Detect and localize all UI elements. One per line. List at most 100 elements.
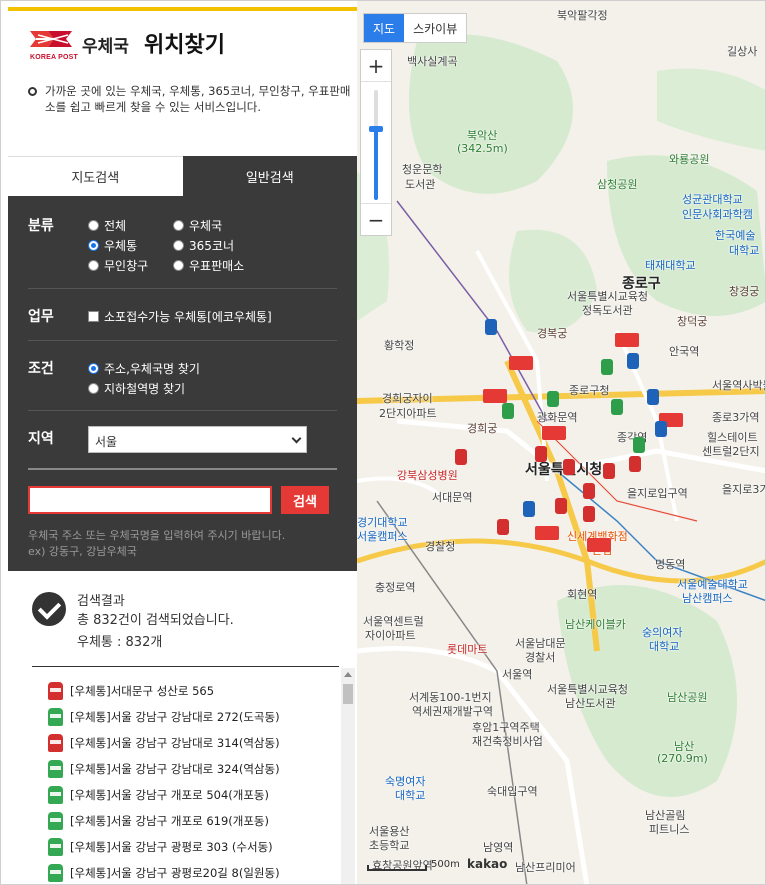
- map-provider-logo: kakao: [467, 857, 508, 871]
- map-label: 길상사: [727, 45, 758, 58]
- business-label: 업무: [28, 309, 54, 325]
- checkbox[interactable]: [88, 311, 99, 322]
- radio-button[interactable]: [88, 260, 99, 271]
- map-label: 재건축정비사업: [472, 735, 543, 748]
- mailbox-red-marker-icon[interactable]: [629, 456, 641, 472]
- map-label: 회현역: [567, 588, 598, 601]
- list-divider: [32, 666, 339, 667]
- map-label: 창경궁: [729, 285, 760, 298]
- category-option-unmanned[interactable]: 무인창구: [88, 257, 148, 274]
- mailbox-red-marker-icon[interactable]: [555, 498, 567, 514]
- list-item[interactable]: [우체통]서울 강남구 강남대로 272(도곡동): [32, 704, 342, 730]
- mailbox-red-marker-icon[interactable]: [603, 463, 615, 479]
- result-title: 검색결과: [77, 594, 125, 609]
- scroll-thumb[interactable]: [343, 684, 353, 704]
- list-item[interactable]: [우체통]서울 강남구 광평로 303 (수서동): [32, 834, 342, 860]
- mailbox-red-marker-icon[interactable]: [583, 483, 595, 499]
- radio-button-selected[interactable]: [88, 240, 99, 251]
- post-office-marker-icon[interactable]: [483, 389, 507, 403]
- post-office-marker-icon[interactable]: [615, 333, 639, 347]
- radio-button[interactable]: [88, 383, 99, 394]
- mailbox-green-marker-icon[interactable]: [547, 391, 559, 407]
- category-option-all[interactable]: 전체: [88, 217, 126, 234]
- mailbox-red-marker-icon[interactable]: [455, 449, 467, 465]
- category-option-365-corner[interactable]: 365코너: [173, 237, 234, 254]
- tab-general-search[interactable]: 일반검색: [182, 156, 357, 196]
- divider: [28, 340, 337, 341]
- business-option-eco-mailbox[interactable]: 소포접수가능 우체통[에코우체통]: [88, 308, 272, 325]
- zoom-out-button[interactable]: −: [361, 203, 391, 235]
- zoom-slider-handle[interactable]: [369, 126, 383, 132]
- radio-button-selected[interactable]: [88, 363, 99, 374]
- map-type-toggle: 지도 스카이뷰: [363, 13, 468, 43]
- map-type-map-button[interactable]: 지도: [364, 14, 405, 42]
- brand-logo[interactable]: KOREA POST 우체국 위치찾기: [28, 23, 328, 67]
- mailbox-green-marker-icon[interactable]: [502, 403, 514, 419]
- post-office-marker-icon[interactable]: [542, 426, 566, 440]
- stamp-shop-marker-icon[interactable]: [485, 319, 497, 335]
- condition-option-subway[interactable]: 지하철역명 찾기: [88, 380, 185, 397]
- logo-subtitle: KOREA POST: [30, 54, 79, 61]
- mailbox-red-marker-icon[interactable]: [583, 506, 595, 522]
- category-option-mailbox[interactable]: 우체통: [88, 237, 137, 254]
- mailbox-red-marker-icon[interactable]: [563, 459, 575, 475]
- category-label: 분류: [28, 218, 54, 234]
- list-item[interactable]: [우체통]서울 강남구 개포로 619(개포동): [32, 808, 342, 834]
- mailbox-green-marker-icon[interactable]: [601, 359, 613, 375]
- mailbox-green-icon: [48, 812, 63, 830]
- category-option-stamp-shop[interactable]: 우표판매소: [173, 257, 244, 274]
- scroll-up-arrow-icon[interactable]: [344, 672, 352, 677]
- stamp-shop-marker-icon[interactable]: [523, 501, 535, 517]
- radio-button[interactable]: [88, 220, 99, 231]
- map-label: 창덕궁: [677, 315, 708, 328]
- map-label: 경복궁: [537, 327, 568, 340]
- map-view[interactable]: 지도 스카이뷰 + − 북악팔각정 길상사 백사실계곡 북악산 (342.5m)…: [357, 1, 765, 884]
- map-label: 남산캠퍼스: [682, 592, 733, 605]
- map-label: 안국역: [669, 345, 700, 358]
- radio-button[interactable]: [173, 220, 184, 231]
- mailbox-red-marker-icon[interactable]: [497, 519, 509, 535]
- chevron-down-icon: [291, 433, 302, 444]
- map-label: 롯데마트: [447, 643, 488, 656]
- stamp-shop-marker-icon[interactable]: [627, 353, 639, 369]
- map-label: 남영역: [483, 841, 514, 854]
- mailbox-green-icon: [48, 760, 63, 778]
- post-office-marker-icon[interactable]: [535, 526, 559, 540]
- map-label: 센트럴2단지: [702, 445, 760, 458]
- search-form: 분류 전체 우체국 우체통 365코너 무인창구 우표판매소 업무 소포접수가능…: [8, 196, 357, 571]
- radio-button[interactable]: [173, 260, 184, 271]
- search-button[interactable]: 검색: [281, 486, 329, 514]
- post-office-marker-icon[interactable]: [509, 356, 533, 370]
- list-scrollbar[interactable]: [341, 668, 355, 884]
- condition-option-address[interactable]: 주소,우체국명 찾기: [88, 360, 200, 377]
- map-label: 경희궁자이: [382, 392, 433, 405]
- list-item[interactable]: [우체통]서울 강남구 강남대로 324(역삼동): [32, 756, 342, 782]
- mailbox-green-icon: [48, 864, 63, 882]
- category-option-post-office[interactable]: 우체국: [173, 217, 222, 234]
- map-type-skyview-button[interactable]: 스카이뷰: [404, 14, 467, 42]
- list-item[interactable]: [우체통]서울 강남구 개포로 504(개포동): [32, 782, 342, 808]
- stamp-shop-marker-icon[interactable]: [655, 421, 667, 437]
- map-label: 삼청공원: [597, 178, 638, 191]
- zoom-level-fill: [374, 130, 378, 200]
- region-select[interactable]: 서울: [88, 426, 307, 453]
- stamp-shop-marker-icon[interactable]: [647, 389, 659, 405]
- list-item[interactable]: [우체통]서울 강남구 강남대로 314(역삼동): [32, 730, 342, 756]
- result-list: [우체통]서대문구 성산로 565 [우체통]서울 강남구 강남대로 272(도…: [32, 678, 342, 884]
- mailbox-green-marker-icon[interactable]: [633, 437, 645, 453]
- map-label: 남산케이블카: [565, 618, 626, 631]
- page-frame: KOREA POST 우체국 위치찾기 가까운 곳에 있는 우체국, 우체통, …: [0, 0, 766, 885]
- post-office-marker-icon[interactable]: [587, 538, 611, 552]
- map-label: 강북삼성병원: [397, 469, 458, 482]
- list-item[interactable]: [우체통]서울 강남구 광평로20길 8(일원동): [32, 860, 342, 884]
- tab-map-search[interactable]: 지도검색: [8, 156, 183, 196]
- map-label: 대학교: [395, 789, 426, 802]
- map-label: 서울역사박물관: [712, 379, 765, 392]
- zoom-in-button[interactable]: +: [361, 50, 391, 82]
- mailbox-red-marker-icon[interactable]: [535, 446, 547, 462]
- list-item[interactable]: [우체통]서대문구 성산로 565: [32, 678, 342, 704]
- mailbox-green-marker-icon[interactable]: [611, 399, 623, 415]
- keyword-input[interactable]: [28, 486, 272, 514]
- radio-button[interactable]: [173, 240, 184, 251]
- intro-description: 가까운 곳에 있는 우체국, 우체통, 365코너, 무인창구, 우표판매소를 …: [45, 84, 351, 114]
